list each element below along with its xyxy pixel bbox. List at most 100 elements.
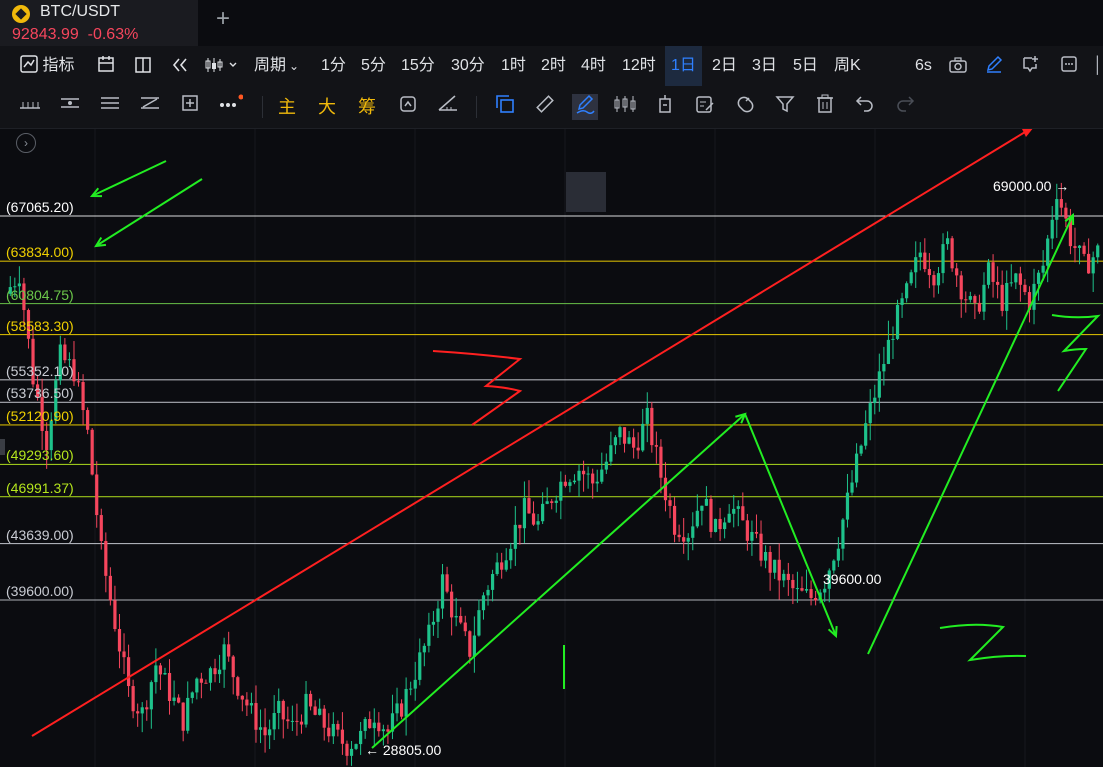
more-tools-icon[interactable] [217,94,244,120]
candle-body [1023,284,1027,293]
candle-body [996,281,1000,285]
pen-icon[interactable] [985,46,1003,86]
candle-body [795,588,800,590]
candle-body [386,729,390,732]
magnet-icon[interactable] [732,94,758,120]
candle-body [668,500,672,506]
candle-body [677,534,681,538]
ruler-measure-icon[interactable] [532,94,558,120]
timeframe-button[interactable]: 5日 [793,46,818,86]
candle-body [1018,273,1022,285]
side-handle[interactable] [0,439,5,455]
candle-body [299,721,304,725]
candle-body [741,506,745,521]
candle-body [986,262,991,285]
level-label: (55352.10) [6,362,74,379]
green-arrow [95,178,203,247]
timeframe-button[interactable]: 5分 [361,46,386,86]
candle-body [591,473,595,484]
layout-icon[interactable] [135,46,151,86]
period-dropdown[interactable]: 周期 ⌄ [254,46,299,86]
price-chart[interactable]: (67065.20) (63834.00) (60804.75) (58583.30)… [0,129,1103,767]
candle-body [322,708,326,728]
candle-body [609,445,613,462]
candle-body [563,481,567,486]
timeframe-button[interactable]: 2日 [712,46,737,86]
sync-icon[interactable] [395,94,421,120]
redo-icon[interactable] [892,94,918,120]
overflow-icon[interactable]: │ [1093,46,1103,86]
fib-tool-icon[interactable] [137,94,163,120]
timeframe-button[interactable]: 12时 [622,46,656,86]
candle-body [167,672,172,701]
timeframe-button[interactable]: 30分 [451,46,485,86]
candle-body [777,559,781,581]
candle-body [759,533,763,561]
candle-body [459,615,463,623]
horizontal-line-icon[interactable] [57,94,83,120]
more-options-icon[interactable] [1060,46,1078,86]
expand-chevron-icon[interactable]: › [16,133,36,153]
indicators-button[interactable]: 指标 [20,46,74,86]
level-label: (53736.50) [6,385,74,402]
edit-note-icon[interactable] [692,94,718,120]
candle-body [864,423,868,446]
candle-body [204,682,208,684]
candle-body [745,520,749,541]
candle-body [277,700,281,714]
candle-body [1091,257,1095,274]
camera-icon[interactable] [949,46,967,86]
candle-body [964,299,968,301]
ruler-icon[interactable] [17,94,43,120]
timeframe-button[interactable]: 2时 [541,46,566,86]
candle-body [163,672,167,675]
chat-icon[interactable] [1021,46,1039,86]
candle-body [536,521,540,525]
timeframe-button[interactable]: 1时 [501,46,526,86]
candle-type-dropdown[interactable] [205,46,237,86]
refresh-interval[interactable]: 6s [915,46,932,86]
candle-body [736,506,740,509]
chips-button[interactable]: 筹 [358,94,376,120]
candles-icon[interactable] [612,94,638,120]
rewind-icon[interactable] [171,46,189,86]
brush-icon[interactable] [572,94,598,120]
price-value: 92843.99 [12,26,79,43]
timeframe-button[interactable]: 15分 [401,46,435,86]
timeframe-button[interactable]: 周K [834,46,861,86]
timeframe-button[interactable]: 1日 [665,46,702,86]
candlestick-chart[interactable] [0,129,1103,767]
timeframe-button[interactable]: 1分 [321,46,346,86]
big-order-button[interactable]: 大 [318,94,336,120]
multi-line-icon[interactable] [97,94,123,120]
trash-icon[interactable] [812,94,838,120]
filter-icon[interactable] [772,94,798,120]
candle-body [363,719,367,731]
trend-draw-icon[interactable] [435,94,461,120]
candle-body [809,589,813,598]
symbol-tab[interactable]: BTC/USDT 92843.99 -0.63% [0,0,198,46]
timeframe-button[interactable]: 4时 [581,46,606,86]
candle-body [873,397,877,404]
select-area-icon[interactable] [492,94,518,120]
measure-box-icon[interactable] [177,94,203,120]
add-tab-icon[interactable]: + [216,6,230,32]
candle-body [86,410,90,430]
level-label: (63834.00) [6,244,74,261]
candle-body [773,559,777,573]
candle-body [454,615,458,618]
timeframe-button[interactable]: 3日 [752,46,777,86]
calendar-icon[interactable] [97,46,115,86]
candle-body [268,729,272,736]
undo-icon[interactable] [852,94,878,120]
candle-body [222,644,226,670]
candlestick-icon [205,58,237,72]
green-arrow [91,160,167,197]
candle-body [99,515,103,542]
main-indicator-button[interactable]: 主 [278,94,296,120]
candle-body [67,359,72,361]
candle-body [804,589,809,591]
candle-body [727,513,731,523]
position-icon[interactable] [652,94,678,120]
candle-body [895,304,900,339]
